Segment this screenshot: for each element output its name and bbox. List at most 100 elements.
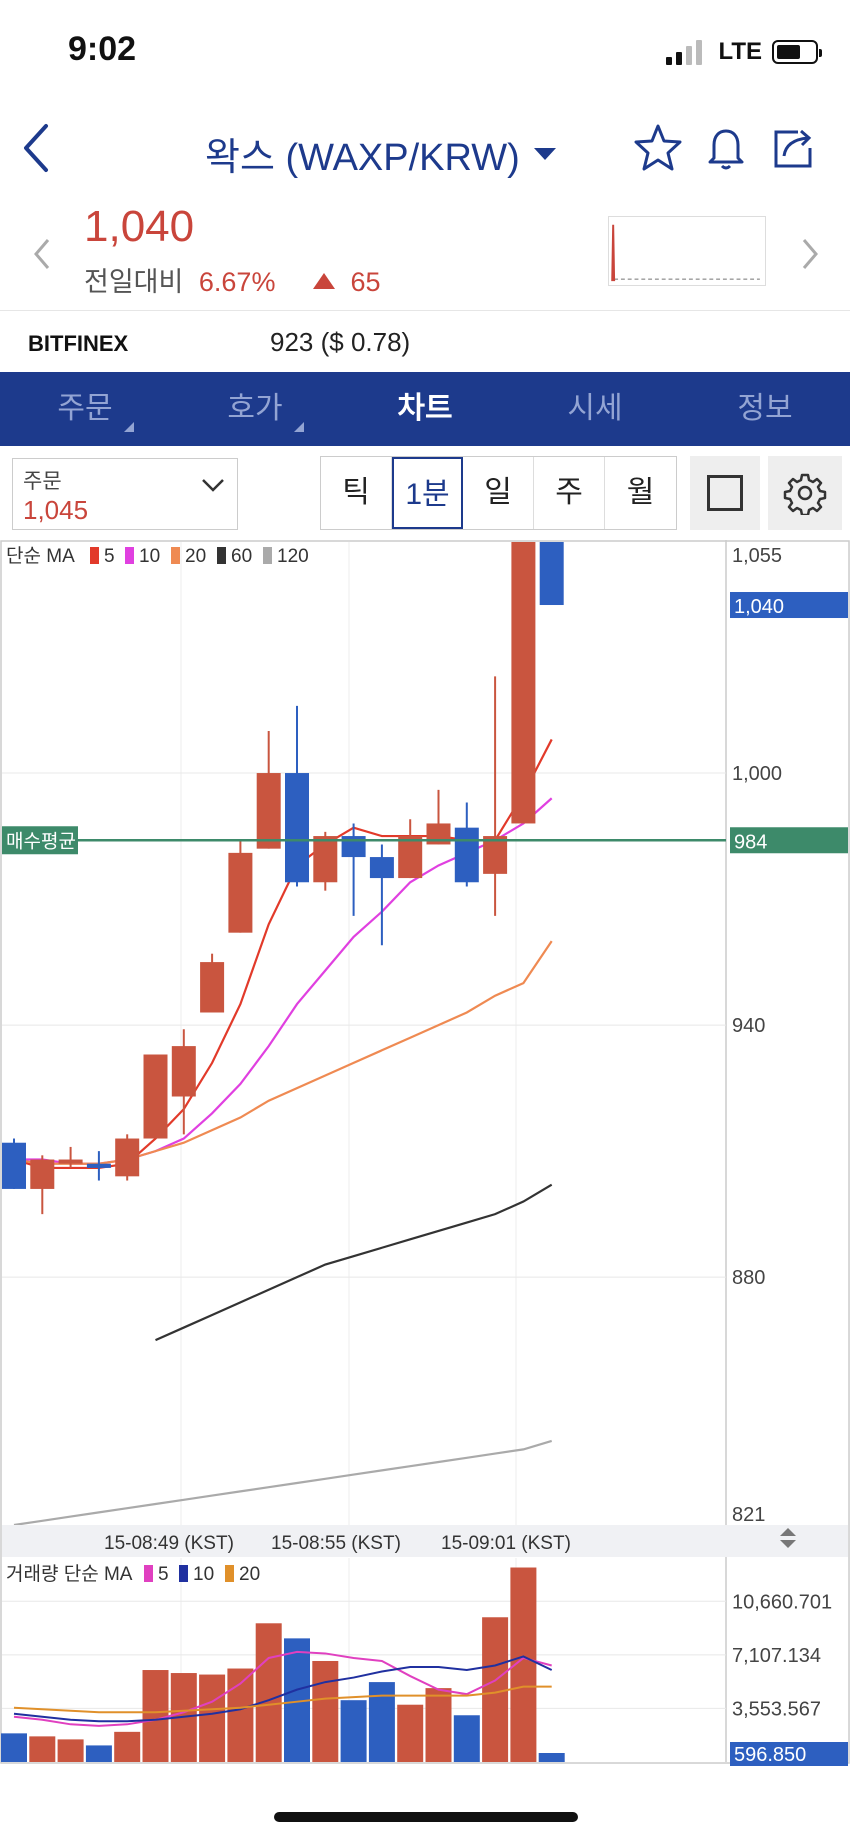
price-tick-label: 940 <box>732 1015 765 1037</box>
period-selector: 틱 1분 일 주 월 <box>320 456 677 530</box>
change-label: 전일대비 <box>84 267 184 297</box>
price-tick-label: 1,055 <box>732 545 782 567</box>
ma-legend-swatch <box>90 547 99 564</box>
next-coin-icon[interactable] <box>794 234 824 274</box>
ma-60-line <box>155 1183 553 1342</box>
change-info: 전일대비 6.67% 65 <box>84 260 381 299</box>
candle-body <box>30 1159 55 1189</box>
volume-bar <box>397 1704 424 1762</box>
back-icon[interactable] <box>16 120 66 176</box>
home-indicator <box>274 1812 578 1822</box>
volume-bar <box>453 1715 480 1762</box>
alarm-bell-icon[interactable] <box>700 122 752 174</box>
exchange-price: 923 ($ 0.78) <box>270 327 411 357</box>
header: 왁스 (WAXP/KRW) <box>0 110 850 190</box>
price-tick-label: 880 <box>732 1267 765 1289</box>
time-tick-label: 15-08:49 (KST) <box>104 1533 234 1554</box>
status-time: 9:02 <box>68 30 137 68</box>
candle-body <box>285 773 309 883</box>
tab-chart[interactable]: 차트 <box>340 372 510 446</box>
network-type: LTE <box>718 38 762 65</box>
ma-legend-title: 단순 MA <box>6 545 75 567</box>
candle-body <box>539 542 564 606</box>
candle-body <box>398 836 423 879</box>
change-amount: 65 <box>350 267 381 297</box>
price-chart[interactable]: 1,055 1,000 940 880 821 매수평균 984 1,040 단순 MA 5 10 2… <box>0 540 850 1770</box>
coin-selector[interactable]: 왁스 (WAXP/KRW) <box>205 126 556 181</box>
candle-body <box>483 836 508 874</box>
volume-bar <box>340 1700 367 1762</box>
order-dropdown[interactable]: 주문 1,045 <box>12 458 238 530</box>
settings-button[interactable] <box>768 456 842 530</box>
tab-market-price[interactable]: 시세 <box>510 372 680 446</box>
volume-bar <box>199 1674 226 1762</box>
tab-order[interactable]: 주문 <box>0 372 170 446</box>
ma-legend-swatch <box>217 547 226 564</box>
signal-icon <box>666 39 703 65</box>
tab-info[interactable]: 정보 <box>680 372 850 446</box>
volume-current-label: 596.850 <box>734 1744 806 1766</box>
period-month-button[interactable]: 월 <box>605 457 676 529</box>
period-day-button[interactable]: 일 <box>463 457 534 529</box>
exchange-row: BITFINEX 923 ($ 0.78) <box>0 310 850 372</box>
favorite-star-icon[interactable] <box>632 122 684 174</box>
vol-ma-5-line <box>13 1650 552 1727</box>
vol-legend-swatch <box>179 1565 188 1582</box>
avg-price-tag-label: 984 <box>734 831 767 853</box>
candle-body <box>200 962 225 1013</box>
ma-legend-swatch <box>125 547 134 564</box>
volume-tick-label: 3,553.567 <box>732 1698 821 1720</box>
candle-body <box>58 1159 83 1164</box>
chart-type-button[interactable] <box>690 456 760 530</box>
square-icon <box>707 475 743 511</box>
current-price-tag-label: 1,040 <box>734 596 784 618</box>
volume-bar <box>538 1752 565 1762</box>
tab-orderbook[interactable]: 호가 <box>170 372 340 446</box>
mini-sparkline <box>608 216 766 286</box>
volume-bar <box>142 1670 169 1762</box>
volume-bar <box>1 1733 27 1762</box>
candle-body <box>228 852 253 933</box>
candle-body <box>511 542 536 824</box>
chart-toolbar: 주문 1,045 틱 1분 일 주 월 <box>0 454 850 540</box>
candle-body <box>86 1163 111 1168</box>
volume-bar <box>255 1623 282 1762</box>
gear-icon <box>783 473 827 515</box>
period-tick-button[interactable]: 틱 <box>321 457 392 529</box>
volume-bar <box>57 1739 84 1762</box>
period-1min-button[interactable]: 1분 <box>392 457 463 529</box>
ma-5-line <box>13 738 553 1170</box>
time-tick-label: 15-08:55 (KST) <box>271 1533 401 1554</box>
volume-bar <box>114 1731 141 1762</box>
ma-legend-label: 5 <box>104 546 115 567</box>
volume-bar <box>312 1660 339 1762</box>
exchange-name: BITFINEX <box>28 331 129 356</box>
candle-body <box>2 1142 26 1189</box>
vol-legend-swatch <box>225 1565 234 1582</box>
period-week-button[interactable]: 주 <box>534 457 605 529</box>
candle-body <box>143 1054 168 1139</box>
candle-body <box>171 1046 196 1097</box>
change-percent: 6.67% <box>198 267 276 297</box>
status-bar: 9:02 LTE <box>0 0 850 100</box>
share-icon[interactable] <box>768 122 820 174</box>
vol-legend-swatch <box>144 1565 153 1582</box>
candle-body <box>256 773 281 849</box>
order-value: 1,045 <box>23 495 89 525</box>
prev-coin-icon[interactable] <box>28 234 58 274</box>
vol-legend-label: 5 <box>158 1564 169 1585</box>
volume-bar <box>425 1688 452 1762</box>
ma-legend-label: 60 <box>231 546 252 567</box>
ma-120-line <box>13 1439 553 1527</box>
vol-legend-label: 20 <box>239 1564 260 1585</box>
volume-bar <box>85 1745 112 1762</box>
current-price: 1,040 <box>84 202 195 251</box>
ma-20-line <box>13 940 553 1165</box>
order-label: 주문 <box>23 470 62 493</box>
volume-tick-label: 7,107.134 <box>732 1645 821 1667</box>
dropdown-caret-icon <box>533 147 556 160</box>
ma-legend-swatch <box>263 547 272 564</box>
candle-body <box>454 827 479 883</box>
main-tabs: 주문 호가 차트 시세 정보 <box>0 372 850 446</box>
ma-legend-label: 10 <box>139 546 160 567</box>
